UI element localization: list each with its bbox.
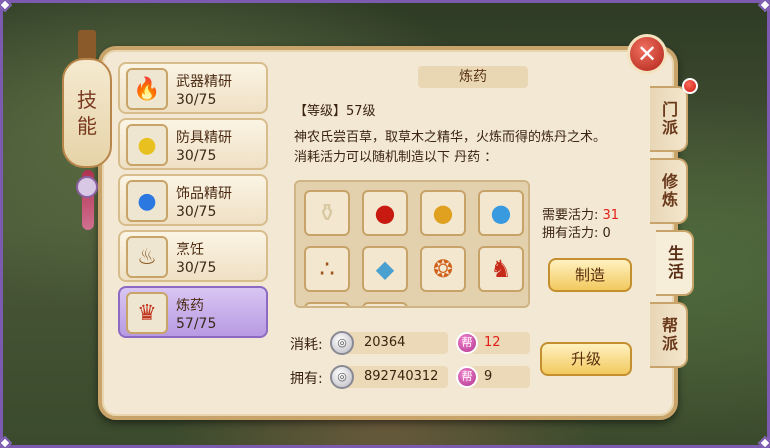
side-title-char: 技 — [77, 88, 97, 112]
red-gourd-icon[interactable]: ● — [362, 190, 408, 236]
skill-detail-title: 炼药 — [418, 66, 528, 88]
skill-item-accessory[interactable]: ● 饰品精研 30/75 — [118, 174, 268, 226]
silver-coin-icon: ◎ — [330, 365, 354, 389]
skill-item-cooking[interactable]: ♨ 烹饪 30/75 — [118, 230, 268, 282]
craftable-items-grid: ⚱ ● ● ● ∴ ◆ ❂ ♞ — [294, 180, 530, 308]
skill-description-2: 消耗活力可以随机制造以下 丹药 ： — [294, 150, 498, 165]
yellow-flame-orb-icon: ● — [126, 124, 168, 166]
skill-level-line: 【等级】57级 — [294, 104, 376, 119]
skill-level: 57/75 — [176, 316, 217, 332]
tab-sect[interactable]: 门派 — [650, 86, 688, 152]
tab-label: 门派 — [659, 101, 678, 137]
tab-label: 帮派 — [659, 317, 678, 353]
red-flame-orb-icon: 🔥 — [126, 68, 168, 110]
make-button[interactable]: 制造 — [548, 258, 632, 292]
close-x-icon: ✕ — [636, 40, 658, 68]
tab-label: 生活 — [665, 245, 684, 281]
item-slot-partial[interactable] — [362, 302, 408, 306]
gold-orb-icon[interactable]: ● — [420, 190, 466, 236]
side-title-char: 能 — [77, 114, 97, 138]
skill-level: 30/75 — [176, 204, 217, 220]
own-silver-value: 892740312 — [340, 366, 448, 388]
blue-flame-orb-icon: ● — [126, 180, 168, 222]
skill-name: 饰品精研 — [176, 186, 232, 202]
guild-contribution-icon: 帮 — [456, 366, 478, 388]
beads-icon[interactable]: ❂ — [420, 246, 466, 292]
skill-level: 30/75 — [176, 92, 217, 108]
pills-icon[interactable]: ∴ — [304, 246, 350, 292]
close-button[interactable]: ✕ — [627, 34, 667, 74]
blue-orb-icon[interactable]: ● — [478, 190, 524, 236]
silver-coin-icon: ◎ — [330, 331, 354, 355]
knot-decoration — [76, 176, 98, 198]
skill-level: 30/75 — [176, 260, 217, 276]
lantern-hanger — [78, 30, 96, 60]
owned-vitality: 拥有活力: 0 — [542, 222, 611, 241]
skill-description: 神农氏尝百草，取草木之精华，火炼而得的炼丹之术。 — [294, 130, 607, 145]
own-label: 拥有: — [290, 371, 323, 387]
skill-item-weapon[interactable]: 🔥 武器精研 30/75 — [118, 62, 268, 114]
owned-vitality-value: 0 — [602, 226, 611, 241]
panel-side-title: 技 能 — [62, 58, 112, 168]
notification-dot-icon — [682, 78, 698, 94]
skill-name: 武器精研 — [176, 74, 232, 90]
item-slot-partial[interactable] — [304, 302, 350, 306]
skill-name: 防具精研 — [176, 130, 232, 146]
skill-item-alchemy[interactable]: ♛ 炼药 57/75 — [118, 286, 268, 338]
skill-level: 30/75 — [176, 148, 217, 164]
pill-cloth-icon[interactable]: ◆ — [362, 246, 408, 292]
tab-label: 修炼 — [659, 173, 678, 209]
guild-contribution-icon: 帮 — [456, 332, 478, 354]
required-vitality-label: 需要活力: — [542, 208, 599, 223]
consume-silver-value: 20364 — [340, 332, 448, 354]
lion-gourd-icon[interactable]: ♞ — [478, 246, 524, 292]
upgrade-button[interactable]: 升级 — [540, 342, 632, 376]
skill-item-armor[interactable]: ● 防具精研 30/75 — [118, 118, 268, 170]
skill-name: 烹饪 — [176, 242, 204, 258]
jar-icon[interactable]: ⚱ — [304, 190, 350, 236]
consume-label: 消耗: — [290, 337, 323, 353]
owned-vitality-label: 拥有活力: — [542, 226, 599, 241]
required-vitality-value: 31 — [602, 208, 620, 223]
skill-name: 炼药 — [176, 298, 204, 314]
alchemy-cauldron-icon: ♛ — [126, 292, 168, 334]
tab-life[interactable]: 生活 — [656, 230, 694, 296]
cooking-pot-icon: ♨ — [126, 236, 168, 278]
tab-cultivation[interactable]: 修炼 — [650, 158, 688, 224]
tab-guild[interactable]: 帮派 — [650, 302, 688, 368]
required-vitality: 需要活力: 31 — [542, 204, 619, 223]
